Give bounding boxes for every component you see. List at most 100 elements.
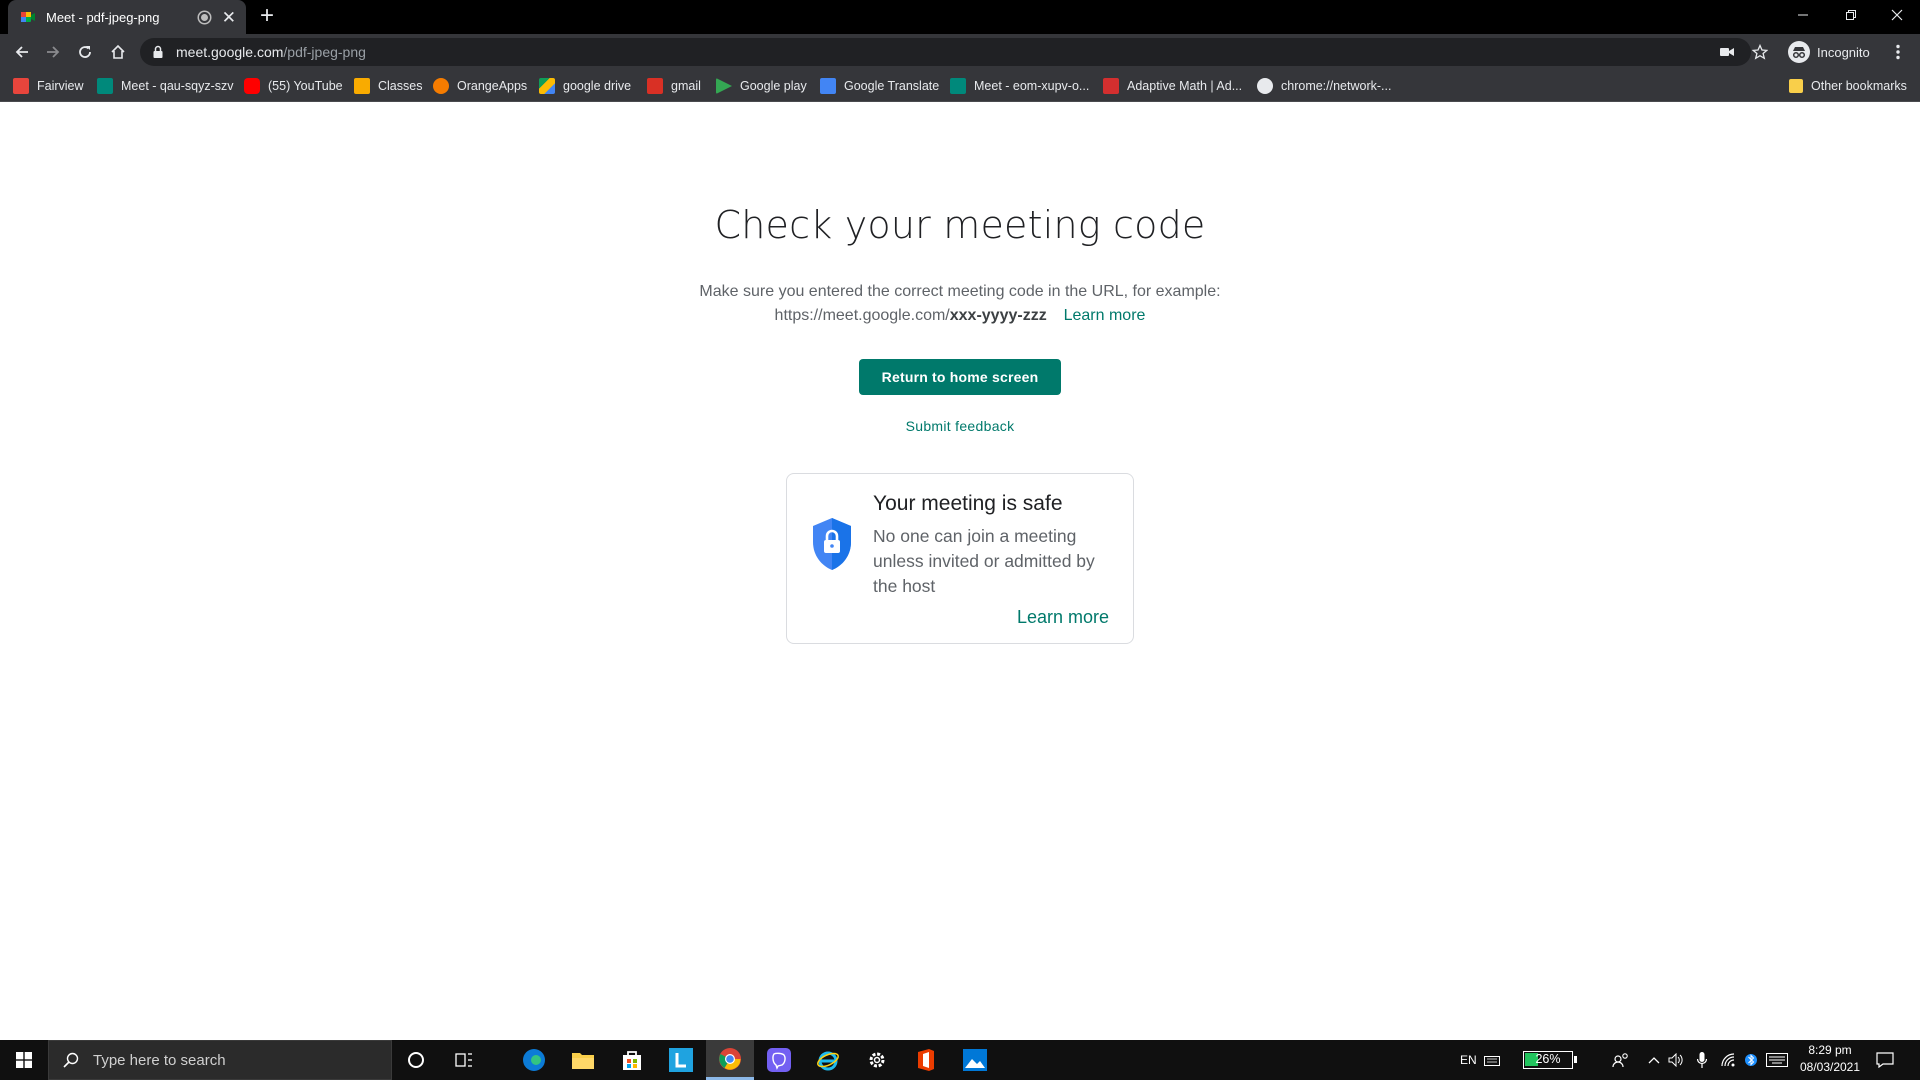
keyboard-layout-button[interactable] [1484, 1040, 1500, 1080]
bookmark-item[interactable]: chrome://network-... [1257, 76, 1391, 96]
lock-icon [153, 45, 163, 58]
other-bookmarks-folder[interactable]: Other bookmarks [1789, 76, 1907, 96]
bookmark-item[interactable]: OrangeApps [433, 76, 527, 96]
chrome-menu-button[interactable] [1888, 38, 1908, 66]
camera-in-use-button[interactable] [1716, 38, 1738, 66]
keyboard-icon [1484, 1056, 1500, 1066]
show-hidden-icons-button[interactable] [1648, 1040, 1660, 1080]
taskbar-search-box[interactable]: Type here to search [48, 1040, 392, 1080]
microphone-in-use-button[interactable] [1697, 1040, 1707, 1080]
search-icon [63, 1052, 79, 1068]
task-view-button[interactable] [440, 1040, 488, 1080]
edge-icon [523, 1049, 545, 1071]
bookmark-item[interactable]: Google Translate [820, 76, 939, 96]
language-indicator[interactable]: EN [1460, 1040, 1477, 1080]
card-learn-more-link[interactable]: Learn more [1017, 607, 1109, 628]
restore-button[interactable] [1828, 0, 1874, 30]
close-window-button[interactable] [1874, 0, 1920, 30]
internet-explorer-icon [817, 1051, 839, 1071]
action-center-button[interactable] [1876, 1040, 1894, 1080]
drive-icon [539, 78, 555, 94]
shield-lock-icon [813, 518, 851, 570]
microphone-icon [1697, 1052, 1707, 1068]
clock-date: 08/03/2021 [1799, 1060, 1861, 1074]
bookmark-star-button[interactable] [1749, 38, 1771, 66]
incognito-profile-button[interactable]: Incognito [1788, 39, 1870, 65]
bookmark-label: OrangeApps [457, 79, 528, 93]
bluetooth-button[interactable] [1745, 1040, 1757, 1080]
home-icon [111, 44, 125, 59]
volume-button[interactable] [1668, 1040, 1684, 1080]
page-title: Check your meeting code [714, 203, 1206, 247]
chrome-icon [719, 1047, 741, 1070]
bookmark-item[interactable]: Meet - eom-xupv-o... [950, 76, 1089, 96]
return-home-button[interactable]: Return to home screen [859, 359, 1061, 395]
learn-more-link[interactable]: Learn more [1064, 307, 1146, 324]
wifi-icon [1721, 1053, 1735, 1067]
search-placeholder: Type here to search [93, 1051, 226, 1069]
address-bar[interactable]: meet.google.com/pdf-jpeg-png [140, 38, 1751, 66]
chrome-app-active[interactable] [706, 1040, 754, 1080]
browser-toolbar: meet.google.com/pdf-jpeg-png Incognito [0, 34, 1920, 70]
bookmarks-bar: Fairview Meet - qau-sqyz-szv (55) YouTub… [0, 70, 1920, 102]
browser-tab[interactable]: Meet - pdf-jpeg-png ✕ [8, 0, 246, 34]
play-icon [716, 78, 732, 94]
edge-app[interactable] [510, 1040, 558, 1080]
forward-button[interactable] [39, 38, 67, 66]
recording-indicator-icon [198, 11, 210, 23]
back-button[interactable] [8, 38, 36, 66]
battery-indicator[interactable]: 26% [1523, 1040, 1577, 1080]
notifications-icon [1876, 1052, 1894, 1068]
home-button[interactable] [104, 38, 132, 66]
meet-icon [950, 78, 966, 94]
bookmark-item[interactable]: google drive [539, 76, 631, 96]
viber-app[interactable] [755, 1040, 803, 1080]
photos-app[interactable] [951, 1040, 999, 1080]
classroom-icon [354, 78, 370, 94]
settings-app[interactable] [853, 1040, 901, 1080]
minimize-button[interactable] [1780, 0, 1826, 30]
orangeapps-icon [433, 78, 449, 94]
card-body: No one can join a meeting unless invited… [873, 526, 1095, 596]
bookmark-item[interactable]: Adaptive Math | Ad... [1103, 76, 1242, 96]
bookmark-item[interactable]: (55) YouTube [244, 76, 343, 96]
example-url-prefix: https://meet.google.com/ [774, 307, 950, 324]
meet-icon [97, 78, 113, 94]
adaptive-math-icon [1103, 78, 1119, 94]
minimize-icon [1798, 14, 1808, 16]
people-icon [1612, 1053, 1628, 1068]
incognito-icon [1788, 41, 1810, 63]
example-url-code: xxx-yyyy-zzz [949, 307, 1047, 324]
people-button[interactable] [1612, 1040, 1630, 1080]
restore-icon [1846, 10, 1856, 20]
start-button[interactable] [0, 1040, 48, 1080]
office-app[interactable] [902, 1040, 950, 1080]
reload-button[interactable] [71, 38, 99, 66]
submit-feedback-label[interactable]: Submit feedback [906, 418, 1015, 434]
internet-explorer-app[interactable] [804, 1040, 852, 1080]
bookmark-label: Google Translate [844, 79, 940, 93]
tab-strip: Meet - pdf-jpeg-png ✕ + [0, 0, 1920, 34]
bookmark-item[interactable]: Google play [716, 76, 807, 96]
taskbar-clock[interactable]: 8:29 pm 08/03/2021 [1794, 1042, 1866, 1076]
cortana-button[interactable] [392, 1040, 440, 1080]
l-app[interactable] [657, 1040, 705, 1080]
new-tab-button[interactable]: + [260, 4, 274, 28]
url-path: /pdf-jpeg-png [283, 44, 366, 60]
network-button[interactable] [1721, 1040, 1737, 1080]
touch-keyboard-button[interactable] [1766, 1040, 1788, 1080]
bookmark-item[interactable]: Fairview [13, 76, 84, 96]
bookmark-item[interactable]: gmail [647, 76, 701, 96]
bluetooth-icon [1745, 1054, 1757, 1066]
bookmark-item[interactable]: Meet - qau-sqyz-szv [97, 76, 234, 96]
bookmark-label: google drive [563, 79, 632, 93]
bookmark-item[interactable]: Classes [354, 76, 422, 96]
file-explorer-app[interactable] [559, 1040, 607, 1080]
store-app[interactable] [608, 1040, 656, 1080]
other-bookmarks-label: Other bookmarks [1811, 79, 1907, 93]
reload-icon [79, 46, 91, 58]
close-tab-icon[interactable]: ✕ [222, 9, 236, 26]
touch-keyboard-icon [1766, 1053, 1788, 1067]
bookmark-label: Adaptive Math | Ad... [1127, 79, 1243, 93]
description-line-1: Make sure you entered the correct meetin… [699, 283, 1221, 300]
